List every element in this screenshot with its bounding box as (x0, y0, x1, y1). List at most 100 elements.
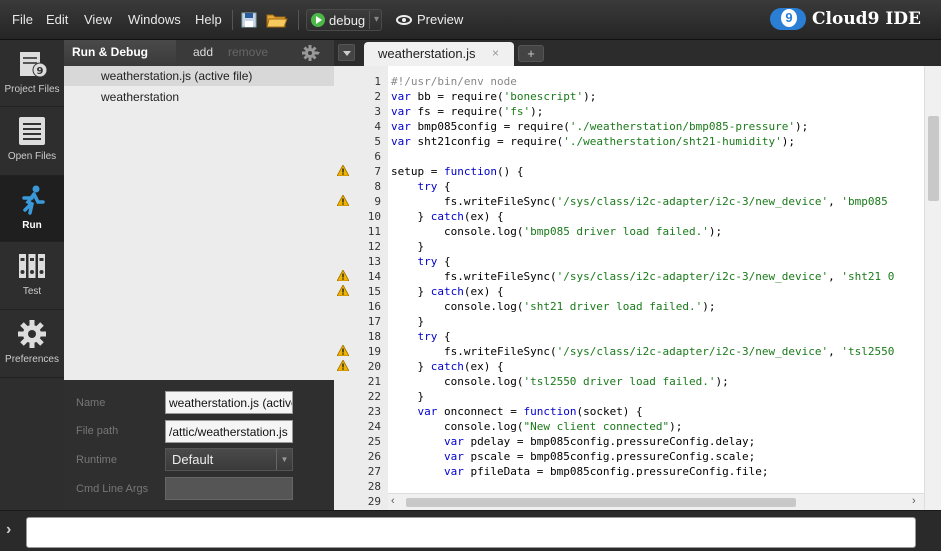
add-config-button[interactable]: add (193, 45, 213, 59)
line-number: 11 (367, 225, 381, 238)
code-text: var pfileData = bmp085config.pressureCon… (443, 465, 769, 478)
vertical-scrollbar[interactable] (924, 66, 941, 510)
code-line[interactable]: 20 } catch(ex) { (334, 359, 924, 374)
code-line[interactable]: 9 fs.writeFileSync('/sys/class/i2c-adapt… (334, 194, 924, 209)
warning-icon[interactable] (337, 195, 349, 206)
console-toggle-icon[interactable]: › (6, 521, 11, 539)
run-config-form: Name weatherstation.js (active File path… (64, 380, 334, 510)
code-line[interactable]: 8 try { (334, 179, 924, 194)
runtime-select[interactable]: Default ▼ (165, 448, 293, 471)
tab-weatherstation[interactable]: weatherstation.js × (364, 42, 514, 66)
menu-view[interactable]: View (84, 12, 112, 27)
code-line[interactable]: 18 try { (334, 329, 924, 344)
nav-run[interactable]: Run (0, 176, 64, 242)
nav-open-files[interactable]: Open Files (0, 107, 64, 176)
name-label: Name (76, 397, 106, 409)
code-line[interactable]: 12 } (334, 239, 924, 254)
filepath-field[interactable]: /attic/weatherstation.js (165, 420, 293, 443)
code-line[interactable]: 6 (334, 149, 924, 164)
preview-button[interactable]: Preview (396, 12, 463, 27)
code-line[interactable]: 21 console.log('tsl2550 driver load fail… (334, 374, 924, 389)
args-field[interactable] (165, 477, 293, 500)
warning-icon[interactable] (337, 165, 349, 176)
code-line[interactable]: 13 try { (334, 254, 924, 269)
nav-label: Open Files (7, 151, 57, 162)
code-line[interactable]: 14 fs.writeFileSync('/sys/class/i2c-adap… (334, 269, 924, 284)
save-icon[interactable] (240, 11, 258, 29)
debug-run-button[interactable]: debug ▾ (306, 9, 382, 31)
run-config-item[interactable]: weatherstation.js (active file) (64, 66, 334, 86)
nav-project-files[interactable]: 9 Project Files (0, 40, 64, 107)
line-number: 9 (374, 195, 381, 208)
code-text: } (391, 240, 425, 253)
test-icon (19, 254, 45, 278)
open-folder-icon[interactable] (266, 11, 288, 29)
panel-settings-icon[interactable] (302, 44, 320, 62)
warning-icon[interactable] (337, 360, 349, 371)
name-field[interactable]: weatherstation.js (active (165, 391, 293, 414)
menu-file[interactable]: File (12, 12, 33, 27)
line-number: 29 (367, 495, 381, 508)
warning-icon[interactable] (337, 285, 349, 296)
code-line[interactable]: 2 var bb = require('bonescript'); (334, 89, 924, 104)
code-line[interactable]: 28 (334, 479, 924, 494)
nav-test[interactable]: Test (0, 242, 64, 310)
line-number: 23 (367, 405, 381, 418)
code-text: console.log("New client connected"); (391, 420, 683, 433)
debug-label: debug (329, 13, 366, 28)
code-text: var bmp085config = require('./weathersta… (391, 120, 809, 133)
code-line[interactable]: 17 } (334, 314, 924, 329)
code-line[interactable]: 15 } catch(ex) { (334, 284, 924, 299)
code-line[interactable]: 11 console.log('bmp085 driver load faile… (334, 224, 924, 239)
tabs-menu-icon[interactable] (338, 44, 355, 61)
code-line[interactable]: 26 var pscale = bmp085config.pressureCon… (334, 449, 924, 464)
code-text: fs.writeFileSync('/sys/class/i2c-adapter… (391, 270, 895, 283)
close-icon[interactable]: × (492, 46, 499, 60)
run-icon (22, 185, 45, 215)
brand-name: Cloud9 IDE (812, 9, 921, 29)
runtime-label: Runtime (76, 454, 117, 466)
scrollbar-thumb[interactable] (928, 116, 939, 201)
panel-tab: Run & Debug (64, 40, 176, 66)
code-text: } (391, 390, 425, 403)
chevron-down-icon[interactable]: ▾ (369, 11, 379, 29)
code-line[interactable]: 23 var onconnect = function(socket) { (334, 404, 924, 419)
menu-bar: File Edit View Windows Help debug ▾ Prev… (0, 0, 941, 40)
menu-edit[interactable]: Edit (46, 12, 68, 27)
code-line[interactable]: 25 var pdelay = bmp085config.pressureCon… (334, 434, 924, 449)
scrollbar-thumb[interactable] (406, 498, 796, 507)
code-line[interactable]: 19 fs.writeFileSync('/sys/class/i2c-adap… (334, 344, 924, 359)
code-line[interactable]: 5 var sht21config = require('./weathersta… (334, 134, 924, 149)
remove-config-button[interactable]: remove (228, 45, 268, 59)
line-number: 18 (367, 330, 381, 343)
scroll-left-icon[interactable]: ‹ (391, 495, 395, 507)
code-line[interactable]: 24 console.log("New client connected"); (334, 419, 924, 434)
code-line[interactable]: 10 } catch(ex) { (334, 209, 924, 224)
menu-help[interactable]: Help (195, 12, 222, 27)
line-number: 20 (367, 360, 381, 373)
line-number: 27 (367, 465, 381, 478)
code-line[interactable]: 22 } (334, 389, 924, 404)
code-line[interactable]: 1 #!/usr/bin/env node (334, 74, 924, 89)
warning-icon[interactable] (337, 345, 349, 356)
code-line[interactable]: 16 console.log('sht21 driver load failed… (334, 299, 924, 314)
console-input[interactable] (26, 517, 916, 548)
open-files-icon (19, 117, 45, 145)
code-line[interactable]: 4 var bmp085config = require('./weatherst… (334, 119, 924, 134)
scroll-right-icon[interactable]: › (912, 495, 916, 507)
new-tab-button[interactable]: + (518, 45, 544, 62)
cloud9-logo-icon: 9 (770, 8, 806, 30)
code-line[interactable]: 27 var pfileData = bmp085config.pressure… (334, 464, 924, 479)
line-number: 4 (374, 120, 381, 133)
line-number: 28 (367, 480, 381, 493)
warning-icon[interactable] (337, 270, 349, 281)
horizontal-scrollbar[interactable]: ‹ › (388, 493, 924, 510)
code-editor[interactable]: 1 #!/usr/bin/env node 2 var bb = require('b… (334, 66, 941, 510)
code-line[interactable]: 7 setup = function() { (334, 164, 924, 179)
nav-preferences[interactable]: Preferences (0, 310, 64, 378)
play-icon (311, 13, 325, 27)
code-line[interactable]: 3 var fs = require('fs'); (334, 104, 924, 119)
run-config-item[interactable]: weatherstation (101, 90, 179, 104)
code-text: fs.writeFileSync('/sys/class/i2c-adapter… (391, 195, 888, 208)
menu-windows[interactable]: Windows (128, 12, 181, 27)
